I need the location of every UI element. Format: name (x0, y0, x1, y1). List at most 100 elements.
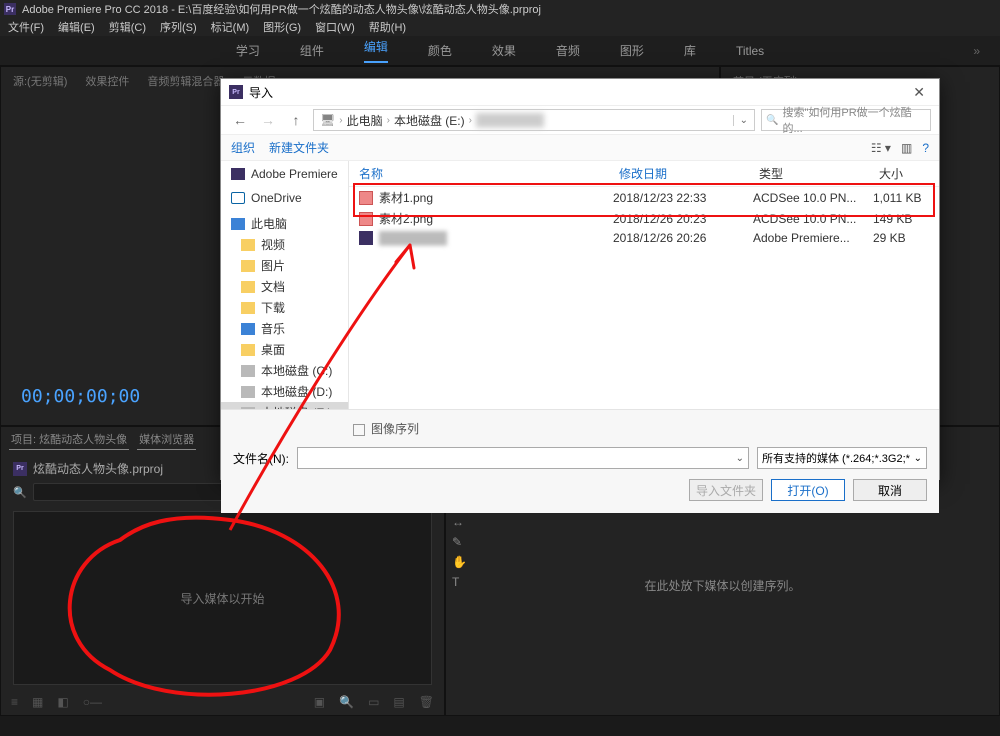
dialog-nav-bar: ← → ↑ 🖥 › 此电脑 › 本地磁盘 (E:) › ████████ ⌄ 搜… (221, 105, 939, 135)
disk-icon (241, 365, 255, 377)
project-bin-dropzone[interactable]: 导入媒体以开始 (13, 511, 432, 685)
workspace-effects[interactable]: 效果 (492, 42, 516, 59)
media-browser-tab[interactable]: 媒体浏览器 (137, 431, 196, 450)
back-icon[interactable]: ← (229, 109, 251, 131)
effect-controls-tab[interactable]: 效果控件 (81, 71, 133, 91)
hand-tool-icon[interactable]: ✋ (452, 555, 467, 569)
window-title: Adobe Premiere Pro CC 2018 - E:\百度经验\如何用… (22, 1, 541, 17)
menu-bar: 文件(F) 编辑(E) 剪辑(C) 序列(S) 标记(M) 图形(G) 窗口(W… (0, 18, 1000, 36)
new-bin-icon[interactable]: ▭ (368, 695, 379, 709)
cancel-button[interactable]: 取消 (853, 479, 927, 501)
source-tab[interactable]: 源:(无剪辑) (9, 71, 71, 91)
file-column-headers: 名称 修改日期 类型 大小 (349, 161, 939, 187)
sidebar-item-disk-c[interactable]: 本地磁盘 (C:) (221, 360, 348, 381)
workspace-graphics[interactable]: 图形 (620, 42, 644, 59)
automate-icon[interactable]: ▣ (314, 695, 325, 709)
forward-icon[interactable]: → (257, 109, 279, 131)
col-name[interactable]: 名称 (359, 165, 619, 182)
slip-tool-icon[interactable]: ↔ (452, 515, 467, 529)
menu-help[interactable]: 帮助(H) (369, 19, 406, 35)
col-type[interactable]: 类型 (759, 165, 879, 182)
dialog-bottom: 图像序列 文件名(N): ⌄ 所有支持的媒体 (*.264;*.3G2;*⌄ 导… (221, 409, 939, 513)
folder-icon (241, 344, 255, 356)
file-row[interactable]: 素材2.png 2018/12/26 20:23 ACDSee 10.0 PN.… (349, 208, 939, 229)
col-size[interactable]: 大小 (879, 165, 929, 182)
file-type-filter[interactable]: 所有支持的媒体 (*.264;*.3G2;*⌄ (757, 447, 927, 469)
sidebar-item-onedrive[interactable]: OneDrive (221, 189, 348, 207)
help-icon[interactable]: ? (922, 141, 929, 155)
crumb-this-pc[interactable]: 此电脑 (347, 112, 383, 129)
sidebar-item-desktop[interactable]: 桌面 (221, 339, 348, 360)
audio-mixer-tab[interactable]: 音频剪辑混合器 (143, 71, 228, 91)
clear-icon[interactable]: 🗑 (419, 695, 434, 709)
workspace-color[interactable]: 颜色 (428, 42, 452, 59)
open-button[interactable]: 打开(O) (771, 479, 845, 501)
menu-file[interactable]: 文件(F) (8, 19, 44, 35)
image-sequence-checkbox[interactable] (353, 424, 365, 436)
search-icon[interactable]: 🔍 (13, 486, 27, 499)
freeform-view-icon[interactable]: ◧ (57, 695, 68, 709)
find-icon[interactable]: 🔍 (339, 695, 354, 709)
menu-clip[interactable]: 剪辑(C) (109, 19, 146, 35)
workspace-learning[interactable]: 学习 (236, 42, 260, 59)
image-file-icon (359, 212, 373, 226)
file-list-area: 名称 修改日期 类型 大小 素材1.png 2018/12/23 22:33 A… (349, 161, 939, 409)
filename-label: 文件名(N): (233, 450, 289, 467)
menu-edit[interactable]: 编辑(E) (58, 19, 95, 35)
menu-window[interactable]: 窗口(W) (315, 19, 355, 35)
crumb-disk[interactable]: 本地磁盘 (E:) (394, 112, 465, 129)
menu-graphics[interactable]: 图形(G) (263, 19, 301, 35)
workspace-editing[interactable]: 编辑 (364, 38, 388, 63)
dialog-titlebar: 导入 ✕ (221, 79, 939, 105)
workspace-titles[interactable]: Titles (736, 44, 764, 58)
preview-pane-icon[interactable]: ▥ (901, 141, 912, 155)
overflow-icon[interactable]: » (973, 44, 980, 58)
workspace-libraries[interactable]: 库 (684, 42, 696, 59)
workspace-audio[interactable]: 音频 (556, 42, 580, 59)
premiere-logo-icon (4, 3, 16, 15)
new-folder-button[interactable]: 新建文件夹 (269, 139, 329, 156)
sidebar-item-music[interactable]: 音乐 (221, 318, 348, 339)
view-mode-icon[interactable]: ☷ ▾ (871, 141, 891, 155)
up-icon[interactable]: ↑ (285, 109, 307, 131)
search-input[interactable]: 搜索"如何用PR做一个炫酷的... (761, 109, 931, 131)
import-folder-button[interactable]: 导入文件夹 (689, 479, 763, 501)
filename-input[interactable]: ⌄ (297, 447, 749, 469)
folder-icon (241, 260, 255, 272)
pc-icon: 🖥 (320, 113, 335, 127)
pc-icon (231, 218, 245, 230)
zoom-slider[interactable]: ○— (83, 695, 102, 709)
dialog-toolbar: 组织 新建文件夹 ☷ ▾ ▥ ? (221, 135, 939, 161)
close-icon[interactable]: ✕ (907, 82, 931, 103)
sidebar-item-this-pc[interactable]: 此电脑 (221, 213, 348, 234)
sidebar-item-videos[interactable]: 视频 (221, 234, 348, 255)
sidebar-item-disk-e[interactable]: 本地磁盘 (E:) (221, 402, 348, 409)
sidebar-item-documents[interactable]: 文档 (221, 276, 348, 297)
file-row[interactable]: ████████ 2018/12/26 20:26 Adobe Premiere… (349, 229, 939, 247)
crumb-blurred: ████████ (476, 113, 586, 127)
source-timecode: 00;00;00;00 (21, 386, 140, 407)
project-tab[interactable]: 项目: 炫酷动态人物头像 (9, 431, 129, 450)
new-item-icon[interactable]: ▤ (393, 695, 404, 709)
sidebar-item-downloads[interactable]: 下载 (221, 297, 348, 318)
breadcrumb[interactable]: 🖥 › 此电脑 › 本地磁盘 (E:) › ████████ ⌄ (313, 109, 755, 131)
project-file-name: 炫酷动态人物头像.prproj (33, 460, 163, 477)
pen-tool-icon[interactable]: ✎ (452, 535, 467, 549)
menu-markers[interactable]: 标记(M) (211, 19, 250, 35)
sidebar-item-premiere[interactable]: Adobe Premiere (221, 165, 348, 183)
list-view-icon[interactable]: ≡ (11, 695, 18, 709)
onedrive-icon (231, 192, 245, 204)
breadcrumb-dropdown-icon[interactable]: ⌄ (733, 115, 754, 126)
sidebar-item-pictures[interactable]: 图片 (221, 255, 348, 276)
organize-button[interactable]: 组织 (231, 139, 255, 156)
title-bar: Adobe Premiere Pro CC 2018 - E:\百度经验\如何用… (0, 0, 1000, 18)
file-row[interactable]: 素材1.png 2018/12/23 22:33 ACDSee 10.0 PN.… (349, 187, 939, 208)
menu-sequence[interactable]: 序列(S) (160, 19, 197, 35)
import-hint: 导入媒体以开始 (180, 590, 264, 607)
sidebar-item-disk-d[interactable]: 本地磁盘 (D:) (221, 381, 348, 402)
premiere-icon (231, 168, 245, 180)
dialog-sidebar: Adobe Premiere OneDrive 此电脑 视频 图片 文档 下载 … (221, 161, 349, 409)
workspace-assembly[interactable]: 组件 (300, 42, 324, 59)
icon-view-icon[interactable]: ▦ (32, 695, 43, 709)
col-date[interactable]: 修改日期 (619, 165, 759, 182)
